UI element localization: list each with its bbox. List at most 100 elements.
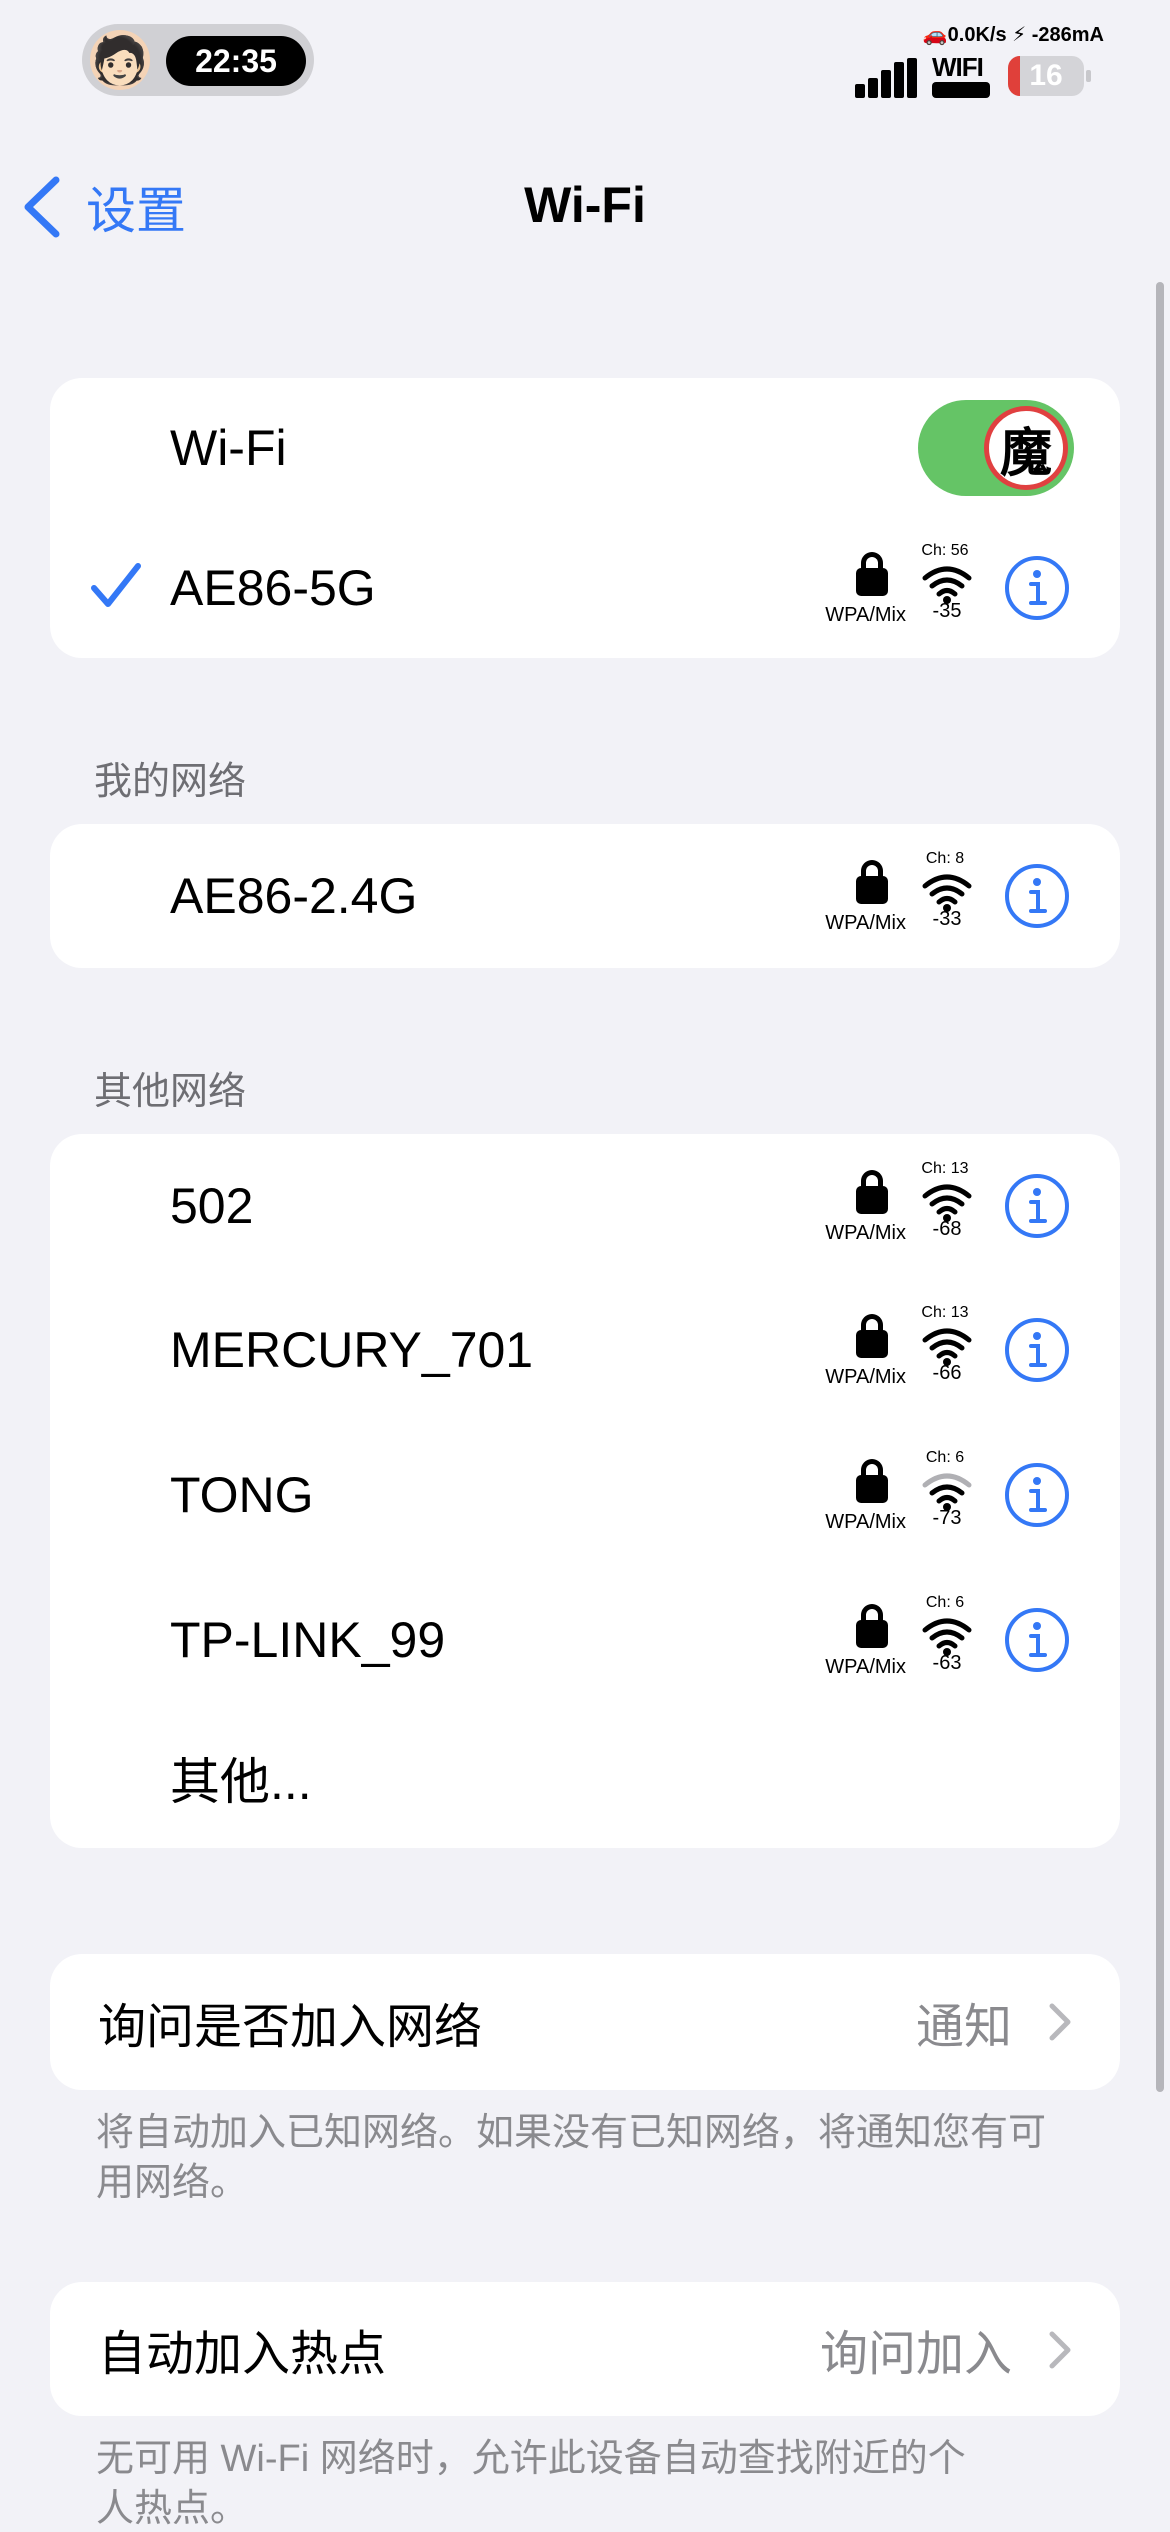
wifi-arc	[936, 1495, 958, 1504]
wifi-toggle[interactable]: 魔	[918, 400, 1074, 496]
security-label: WPA/Mix	[825, 912, 906, 934]
info-stem	[1029, 890, 1047, 913]
battery-tip	[1086, 70, 1091, 82]
wifi-arc	[922, 874, 972, 889]
network-row[interactable]: TONG WPA/Mix Ch: 6 -73	[50, 1425, 1120, 1565]
other-network-row[interactable]: 其他...	[50, 1708, 1120, 1848]
wifi-arc	[929, 1629, 965, 1641]
wifi-signal-icon	[922, 1184, 972, 1222]
wifi-status-group: Wi-Fi 魔 AE86-5G WPA/Mix Ch: 56 -35	[50, 378, 1120, 658]
auto-hotspot-row[interactable]: 自动加入热点 询问加入	[50, 2282, 1120, 2416]
lock-icon	[856, 1604, 888, 1648]
other-networks-header: 其他网络	[94, 1071, 247, 1113]
status-avatar: 🧑🏻	[90, 30, 150, 90]
auto-hotspot-label: 自动加入热点	[98, 2328, 387, 2381]
wifi-arc	[922, 1184, 972, 1199]
wifi-arc	[922, 1328, 972, 1343]
wifi-arc	[936, 1640, 958, 1649]
network-name: 502	[170, 1178, 254, 1234]
network-name: TP-LINK_99	[170, 1612, 446, 1668]
lock-icon	[856, 1314, 888, 1358]
network-row[interactable]: MERCURY_701 WPA/Mix Ch: 13 -66	[50, 1280, 1120, 1420]
wifi-arc	[922, 1473, 972, 1488]
rssi-label: -73	[932, 1507, 962, 1529]
wifi-signal-icon	[922, 566, 972, 604]
wifi-arc	[922, 566, 972, 581]
rssi-label: -35	[932, 600, 962, 622]
info-stem	[1029, 1634, 1047, 1657]
lock-icon	[856, 552, 888, 596]
scrollbar[interactable]	[1156, 282, 1164, 2092]
lock-icon	[856, 1170, 888, 1214]
info-stem	[1029, 1489, 1047, 1512]
ask-to-join-group: 询问是否加入网络 通知	[50, 1954, 1120, 2090]
info-icon[interactable]	[1004, 555, 1070, 621]
info-stem	[1029, 582, 1047, 605]
page-title: Wi-Fi	[524, 177, 646, 233]
rssi-label: -33	[932, 908, 962, 930]
cellular-signal-icon	[855, 58, 917, 98]
info-icon[interactable]	[1004, 1462, 1070, 1528]
wifi-toggle-row: Wi-Fi 魔	[50, 378, 1120, 518]
ask-to-join-footnote: 将自动加入已知网络。如果没有已知网络，将通知您有可用网络。	[96, 2112, 1047, 2204]
wifi-arc	[936, 896, 958, 905]
auto-hotspot-footnote: 无可用 Wi-Fi 网络时，允许此设备自动查找附近的个人热点。	[96, 2438, 966, 2530]
rssi-label: -66	[932, 1362, 962, 1384]
toggle-knob: 魔	[984, 406, 1068, 490]
info-icon[interactable]	[1004, 863, 1070, 929]
info-dot	[1033, 1622, 1041, 1630]
network-row[interactable]: 502 WPA/Mix Ch: 13 -68	[50, 1136, 1120, 1276]
wifi-signal-icon	[922, 1473, 972, 1511]
security-label: WPA/Mix	[825, 604, 906, 626]
auto-hotspot-group: 自动加入热点 询问加入	[50, 2282, 1120, 2416]
wifi-arc	[936, 588, 958, 597]
info-icon[interactable]	[1004, 1607, 1070, 1673]
network-name: AE86-2.4G	[170, 868, 418, 924]
rssi-label: -68	[932, 1218, 962, 1240]
wifi-toggle-label: Wi-Fi	[170, 420, 287, 476]
wifi-arc	[929, 885, 965, 897]
info-stem	[1029, 1344, 1047, 1367]
my-networks-group: AE86-2.4G WPA/Mix Ch: 8 -33	[50, 824, 1120, 968]
channel-label: Ch: 13	[921, 1160, 969, 1177]
channel-label: Ch: 8	[925, 850, 965, 867]
wifi-arc	[922, 1618, 972, 1633]
status-net-speed: 🚗0.0K/s ⚡ -286mA	[922, 24, 1104, 46]
wifi-signal-icon	[922, 874, 972, 912]
network-row[interactable]: AE86-2.4G WPA/Mix Ch: 8 -33	[50, 826, 1120, 966]
security-label: WPA/Mix	[825, 1511, 906, 1533]
channel-label: Ch: 6	[925, 1449, 965, 1466]
channel-label: Ch: 13	[921, 1304, 969, 1321]
wifi-arc	[929, 1339, 965, 1351]
network-name: MERCURY_701	[170, 1322, 534, 1378]
info-icon[interactable]	[1004, 1173, 1070, 1239]
status-wifi-label: WIFI	[932, 52, 984, 82]
info-stem	[1029, 1200, 1047, 1223]
wifi-arc	[929, 577, 965, 589]
wifi-signal-icon	[922, 1618, 972, 1656]
chevron-right-icon	[1049, 2003, 1071, 2041]
security-label: WPA/Mix	[825, 1366, 906, 1388]
lock-icon	[856, 860, 888, 904]
connected-network-row[interactable]: AE86-5G WPA/Mix Ch: 56 -35	[50, 518, 1120, 658]
info-icon[interactable]	[1004, 1317, 1070, 1383]
info-dot	[1033, 1188, 1041, 1196]
info-dot	[1033, 878, 1041, 886]
network-row[interactable]: TP-LINK_99 WPA/Mix Ch: 6 -63	[50, 1570, 1120, 1710]
ask-to-join-row[interactable]: 询问是否加入网络 通知	[50, 1954, 1120, 2090]
wifi-arc	[929, 1484, 965, 1496]
wifi-arc	[929, 1195, 965, 1207]
network-name: TONG	[170, 1467, 314, 1523]
network-name: AE86-5G	[170, 560, 376, 616]
wifi-arc	[936, 1206, 958, 1215]
battery-level: 16	[1029, 59, 1063, 92]
other-networks-group: 502 WPA/Mix Ch: 13 -68 MERCURY_701 WPA/M…	[50, 1134, 1120, 1848]
info-dot	[1033, 570, 1041, 578]
chevron-right-icon	[1049, 2331, 1071, 2369]
ask-to-join-value: 通知	[915, 2001, 1012, 2054]
wifi-arc	[936, 1350, 958, 1359]
battery-icon: 16	[1008, 56, 1084, 96]
status-wifi-icon	[932, 82, 990, 98]
channel-label: Ch: 56	[921, 542, 969, 559]
checkmark-icon	[91, 563, 141, 607]
